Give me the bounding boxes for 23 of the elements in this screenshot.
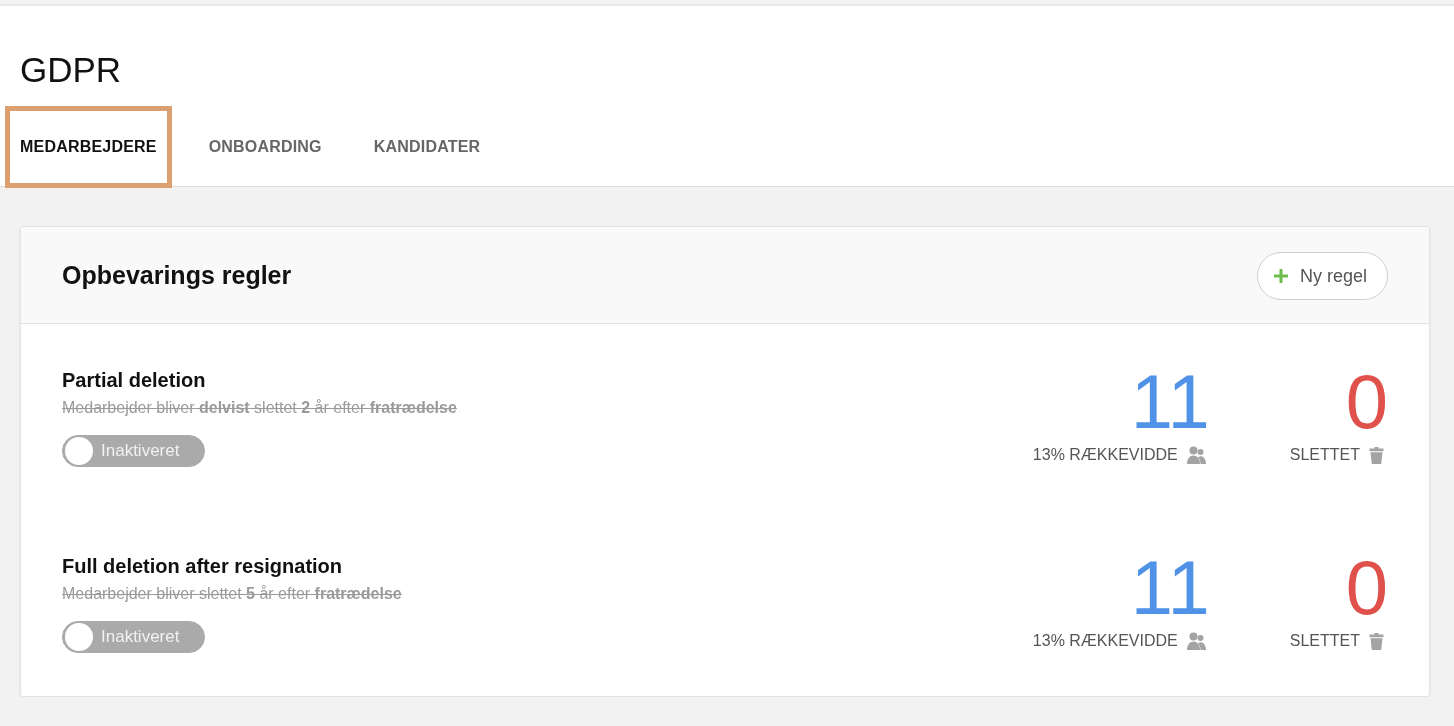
trash-icon	[1369, 446, 1384, 464]
reach-label: 13% RÆKKEVIDDE	[1032, 632, 1178, 650]
deleted-count: 0	[1345, 366, 1388, 438]
reach-count: 11	[1130, 366, 1210, 438]
new-rule-button[interactable]: Ny regel	[1256, 252, 1388, 300]
reach-count: 11	[1130, 552, 1210, 624]
people-icon	[1186, 446, 1206, 464]
page-title: GDPR	[19, 49, 123, 90]
tab[interactable]: KANDIDATER	[358, 106, 496, 188]
people-icon	[1186, 632, 1206, 650]
deleted-label: SLETTET	[1289, 446, 1360, 464]
rule-title: Full deletion after resignation	[62, 554, 344, 578]
tab[interactable]: ONBOARDING	[193, 106, 337, 188]
rule-title: Partial deletion	[62, 368, 207, 392]
deleted-count: 0	[1345, 552, 1388, 624]
deleted-label: SLETTET	[1289, 632, 1360, 650]
reach-label: 13% RÆKKEVIDDE	[1032, 446, 1178, 464]
plus-icon	[1273, 269, 1288, 283]
card-title: Opbevarings regler	[62, 260, 292, 290]
tab[interactable]: MEDARBEJDERE	[5, 106, 172, 188]
rule-description: Medarbejder bliver delvist slettet 2 år efter fratrædelse	[62, 398, 457, 418]
trash-icon	[1369, 632, 1384, 650]
rule-description: Medarbejder bliver slettet 5 år efter fratrædelse	[62, 584, 402, 604]
